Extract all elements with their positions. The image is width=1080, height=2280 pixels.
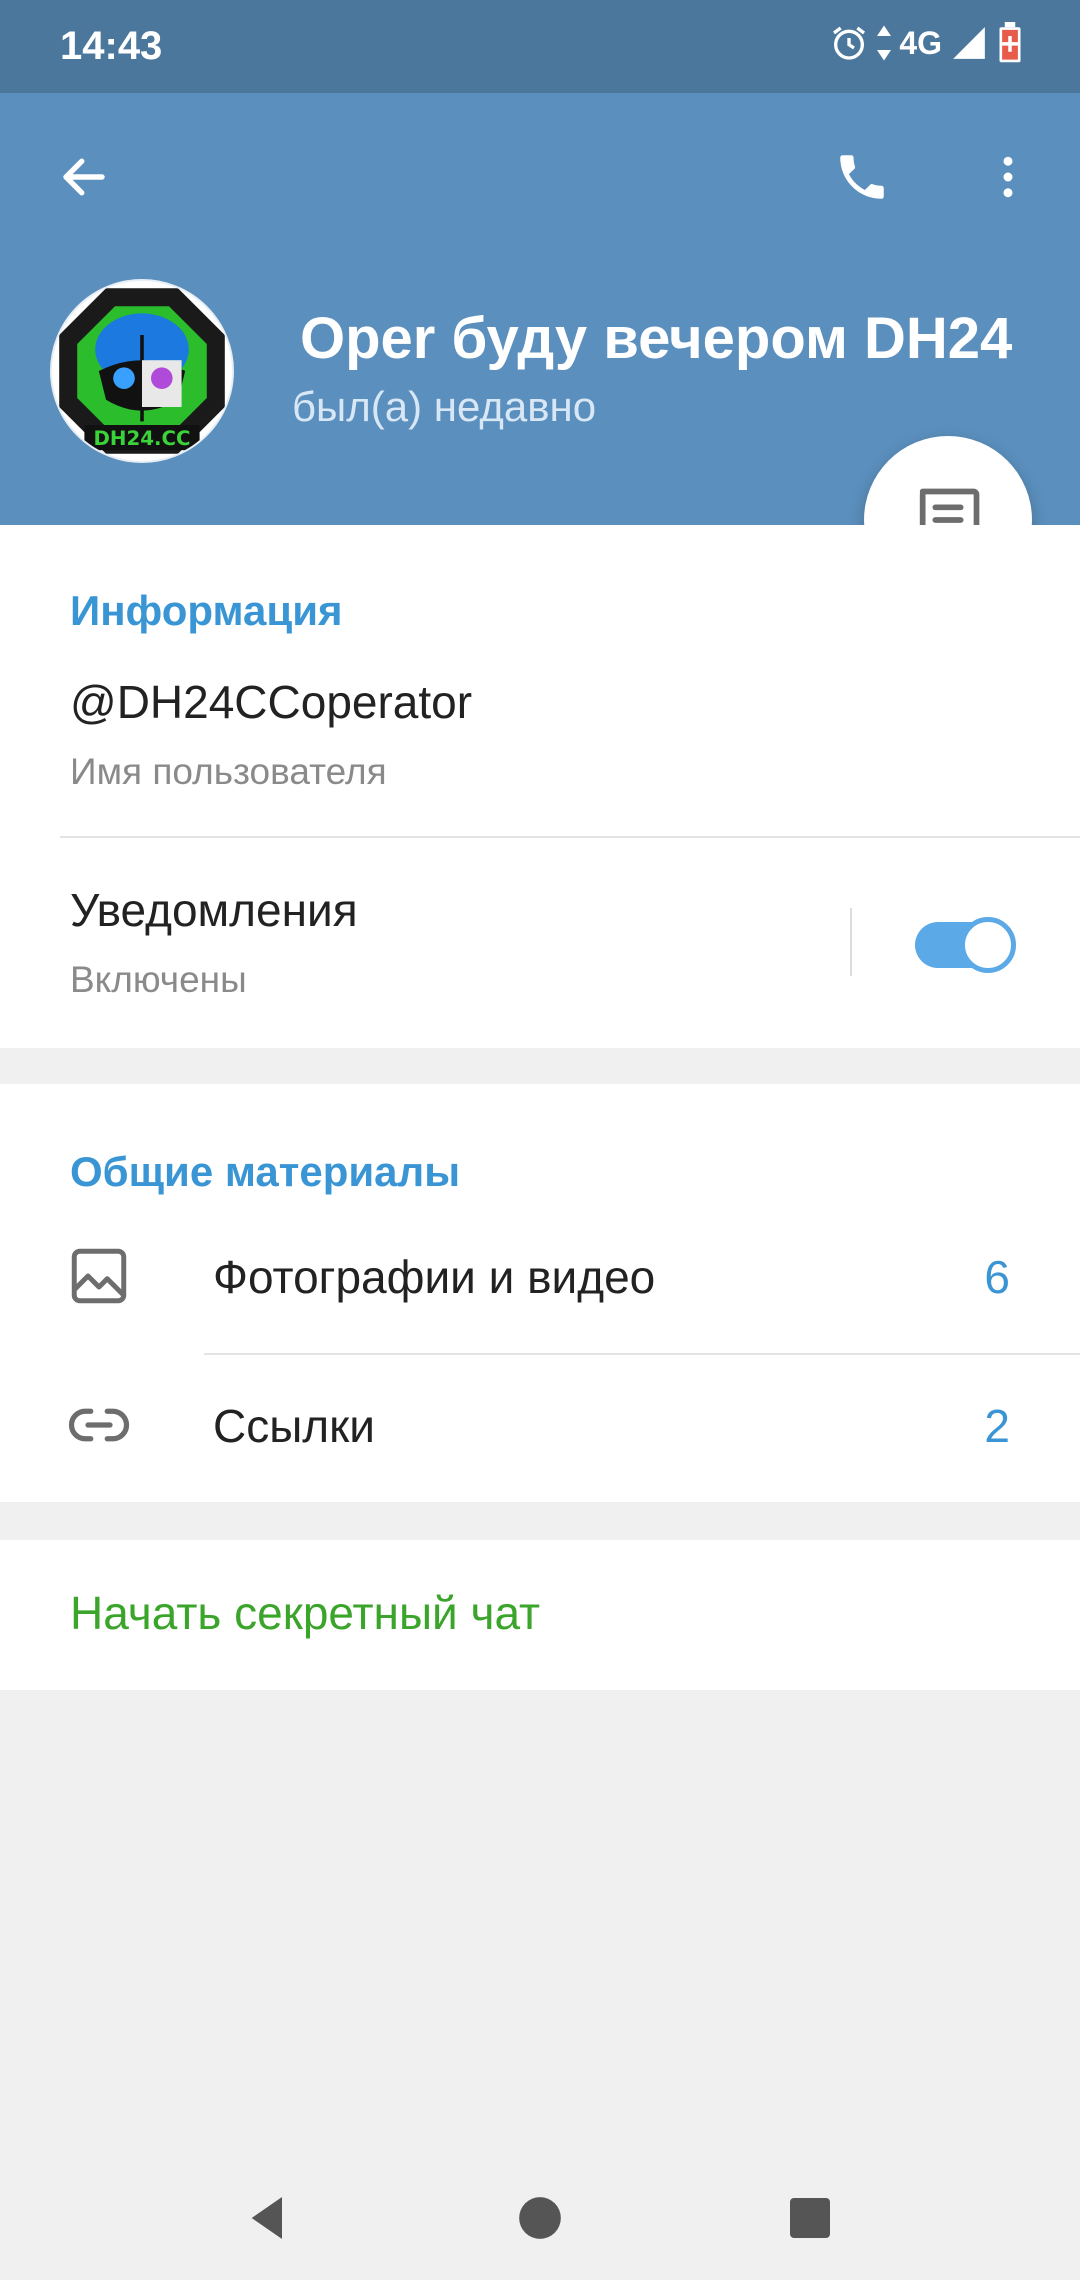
alarm-icon [833,26,866,60]
system-nav-bar [0,2140,1080,2280]
secret-chat-section: Начать секретный чат [0,1540,1080,1690]
media-item-count: 2 [984,1400,1010,1452]
call-button[interactable] [814,129,910,225]
divider [60,836,1080,838]
last-seen-status: был(а) недавно [292,383,597,430]
nav-back-icon [251,2197,282,2239]
back-arrow-icon [63,158,105,196]
media-item-label: Ссылки [213,1400,375,1452]
link-icon [66,1392,132,1458]
status-time: 14:43 [60,24,163,68]
nav-home-icon [519,2197,561,2239]
info-section-title: Информация [70,587,343,634]
shared-media-section: Общие материалы Фотографии и видео 6 Ссы… [0,1084,1080,1502]
notifications-label: Уведомления [70,884,358,936]
username-label: Имя пользователя [70,751,387,792]
username-value: @DH24CCoperator [70,676,473,728]
media-item-label: Фотографии и видео [213,1251,656,1303]
avatar[interactable]: DH24.CC [50,279,234,463]
nav-home-button[interactable] [500,2178,580,2258]
more-vert-icon [1003,156,1013,198]
data-arrows-icon [877,25,892,61]
back-button[interactable] [36,129,132,225]
shared-media-title: Общие материалы [70,1148,461,1195]
status-icons: 4G [829,22,1024,64]
phone-icon [840,155,884,199]
media-item-count: 6 [984,1251,1010,1303]
more-options-button[interactable] [960,129,1056,225]
toggle-knob [960,917,1016,973]
nav-recents-button[interactable] [770,2178,850,2258]
start-secret-chat-button[interactable]: Начать секретный чат [70,1586,540,1640]
info-section: Информация @DH24CCoperator Имя пользоват… [0,525,1080,1048]
avatar-text: DH24.CC [93,427,190,450]
contact-name: Oper буду вечером DH24 [300,306,1013,371]
nav-back-button[interactable] [228,2178,308,2258]
signal-icon [953,27,985,59]
nav-recents-icon [790,2198,830,2238]
status-bar: 14:43 4G [0,0,1080,93]
avatar-logo-icon: DH24.CC [59,288,225,454]
toggle-divider [850,908,852,976]
battery-icon [999,22,1021,63]
image-icon [66,1243,132,1309]
notifications-state: Включены [70,959,247,1000]
divider [204,1353,1080,1355]
network-type: 4G [899,24,942,61]
